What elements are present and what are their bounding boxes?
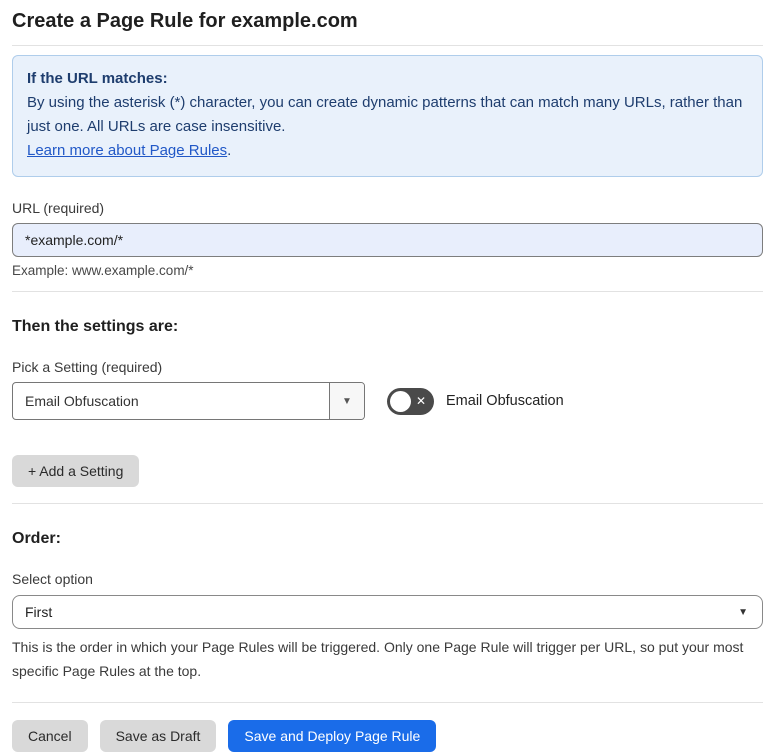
- section-divider: [12, 291, 763, 292]
- url-input[interactable]: [12, 223, 763, 257]
- settings-section-heading: Then the settings are:: [12, 318, 179, 335]
- info-box-link-line: Learn more about Page Rules.: [27, 139, 748, 163]
- link-suffix: .: [227, 142, 232, 159]
- order-select-label: Select option: [12, 571, 93, 587]
- toggle-knob: [390, 390, 411, 412]
- create-page-rule-panel: Create a Page Rule for example.com If th…: [0, 0, 775, 752]
- caret-down-icon: ▼: [738, 606, 748, 618]
- toggle-label: Email Obfuscation: [446, 393, 564, 409]
- caret-down-icon: ▼: [342, 395, 352, 407]
- order-select-value: First: [25, 604, 53, 620]
- setting-row: Email Obfuscation ▼ ✕ Email Obfuscation: [12, 382, 763, 420]
- url-field-label: URL (required): [12, 200, 105, 216]
- email-obfuscation-toggle[interactable]: ✕: [387, 387, 434, 415]
- setting-select[interactable]: Email Obfuscation ▼: [12, 382, 365, 420]
- cancel-button[interactable]: Cancel: [12, 720, 88, 752]
- title-divider: [12, 45, 763, 46]
- footer-divider: [12, 702, 763, 703]
- pick-setting-label: Pick a Setting (required): [12, 359, 163, 375]
- order-select[interactable]: First ▼: [12, 595, 763, 629]
- add-setting-button[interactable]: + Add a Setting: [12, 455, 140, 487]
- footer-actions: Cancel Save as Draft Save and Deploy Pag…: [12, 720, 763, 752]
- setting-select-value: Email Obfuscation: [25, 393, 139, 409]
- toggle-off-icon: ✕: [415, 394, 426, 408]
- url-example-hint: Example: www.example.com/*: [12, 263, 194, 278]
- page-title: Create a Page Rule for example.com: [12, 10, 358, 32]
- save-as-draft-button[interactable]: Save as Draft: [99, 720, 217, 752]
- info-box-body: By using the asterisk (*) character, you…: [27, 94, 743, 135]
- learn-more-link[interactable]: Learn more about Page Rules: [27, 142, 227, 159]
- info-box-heading: If the URL matches:: [27, 70, 168, 87]
- url-matches-info-box: If the URL matches: By using the asteris…: [12, 55, 763, 177]
- section-divider: [12, 503, 763, 504]
- order-section-heading: Order:: [12, 530, 61, 547]
- save-and-deploy-button[interactable]: Save and Deploy Page Rule: [228, 720, 437, 752]
- setting-select-button[interactable]: ▼: [329, 383, 364, 419]
- order-description: This is the order in which your Page Rul…: [12, 639, 744, 679]
- email-obfuscation-toggle-group: ✕ Email Obfuscation: [387, 387, 564, 415]
